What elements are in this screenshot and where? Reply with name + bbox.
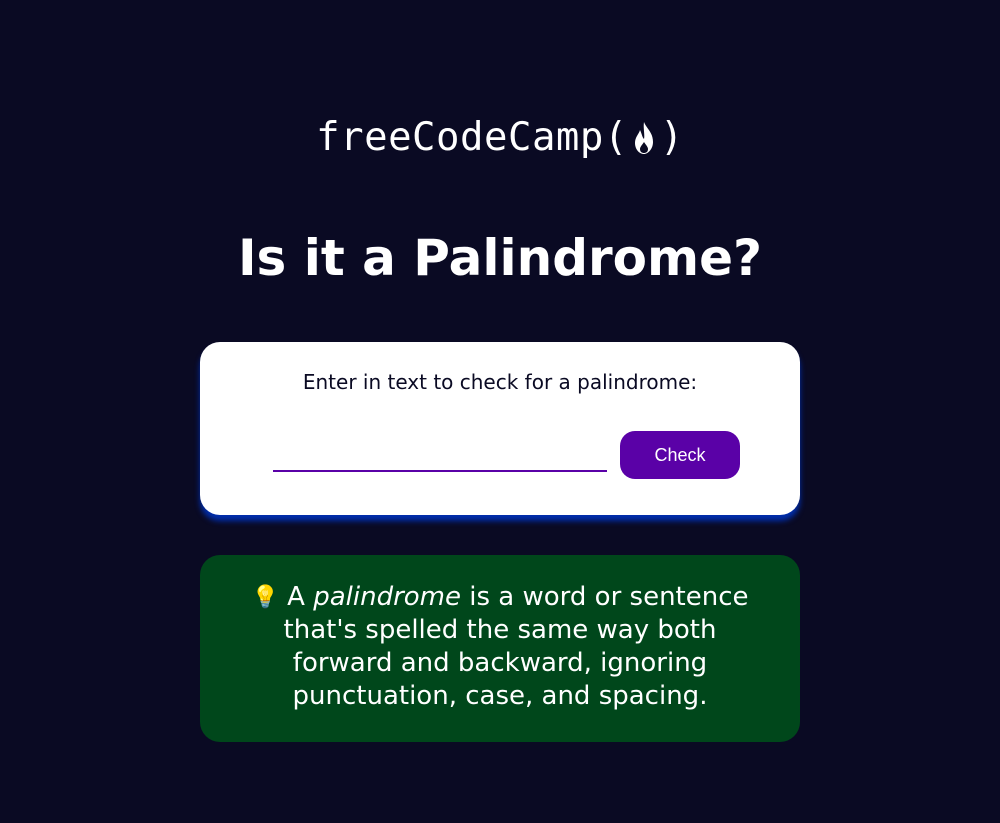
check-button[interactable]: Check bbox=[620, 431, 740, 479]
lightbulb-icon: 💡 bbox=[251, 585, 279, 610]
flame-icon bbox=[629, 118, 659, 158]
info-prefix: A bbox=[278, 582, 314, 612]
input-card: Enter in text to check for a palindrome:… bbox=[200, 342, 800, 515]
input-label: Enter in text to check for a palindrome: bbox=[302, 370, 698, 394]
freecodecamp-logo: freeCodeCamp( ) bbox=[0, 112, 1000, 164]
text-input[interactable] bbox=[273, 438, 607, 472]
page-title: Is it a Palindrome? bbox=[237, 229, 763, 287]
logo-text-end: ) bbox=[659, 115, 684, 160]
info-term: palindrome bbox=[313, 582, 461, 612]
logo-text-start: freeCodeCamp( bbox=[316, 115, 628, 160]
palindrome-info-box: 💡 A palindrome is a word or sentence tha… bbox=[200, 555, 800, 742]
